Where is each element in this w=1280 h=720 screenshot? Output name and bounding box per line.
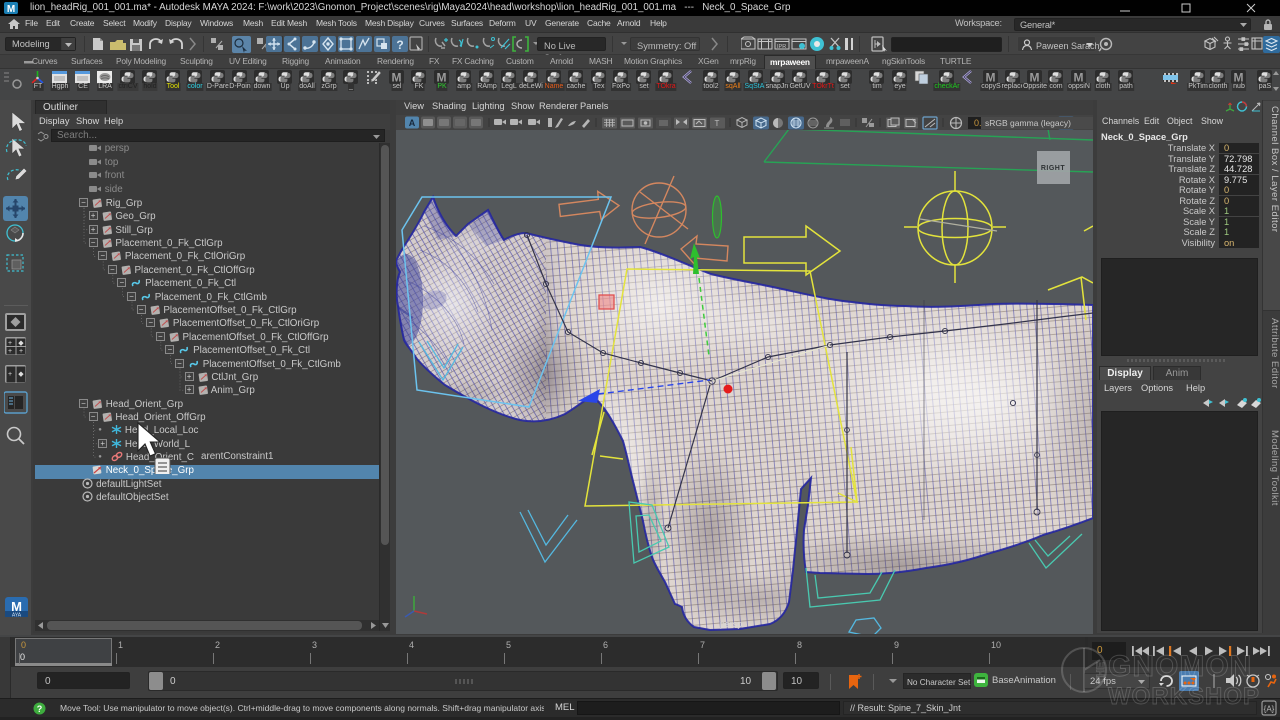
svg-text:RIGHT: RIGHT	[1041, 165, 1066, 172]
svg-text:+: +	[8, 348, 12, 355]
svg-text:A: A	[409, 118, 416, 128]
svg-text:IPR: IPR	[777, 44, 786, 50]
svg-text:◆: ◆	[18, 371, 24, 378]
svg-text:M: M	[7, 4, 15, 14]
svg-text:+: +	[8, 340, 12, 347]
svg-text:+: +	[19, 348, 23, 355]
svg-text:T: T	[715, 119, 720, 128]
svg-text:persp: persp	[720, 619, 743, 629]
svg-text:+: +	[8, 371, 12, 378]
svg-text:{A}: {A}	[1264, 705, 1275, 714]
svg-text:◆: ◆	[18, 340, 24, 347]
svg-text:?: ?	[37, 704, 43, 714]
svg-text:?: ?	[396, 38, 403, 52]
svg-text:AYA: AYA	[12, 613, 22, 619]
